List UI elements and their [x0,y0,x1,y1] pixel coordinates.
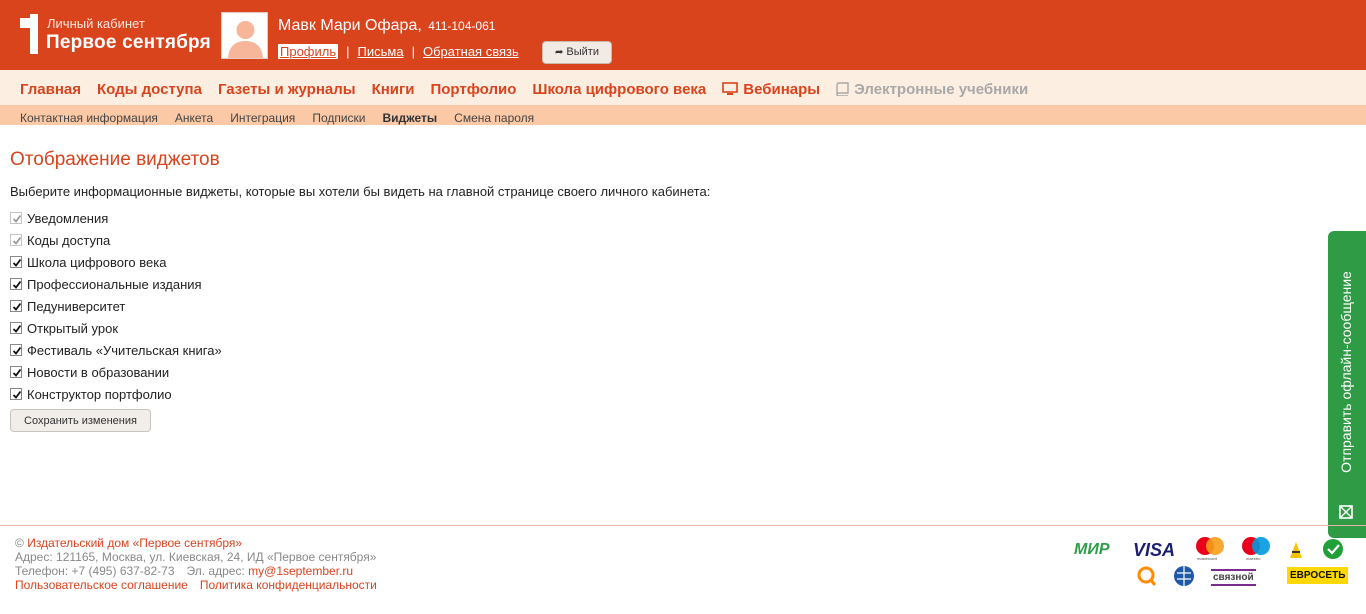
user-name: Мавк Мари Офара, [278,17,422,34]
main-nav-item-digital-school[interactable]: Школа цифрового века [532,81,706,98]
logout-icon: ➦ [555,47,564,58]
widget-checkbox[interactable] [10,278,22,290]
intro-text: Выберите информационные виджеты, которые… [10,184,711,199]
main-nav-item-ebooks[interactable]: Электронные учебники [836,81,1028,98]
book-icon [836,82,849,96]
svyaznoy-logo: связной [1211,569,1256,586]
widget-checkbox[interactable] [10,256,22,268]
offline-message-label[interactable]: Отправить офлайн-сообщение [1338,271,1354,473]
user-name-line: Мавк Мари Офара, 411-104-061 [278,17,495,35]
subnav-item-contacts[interactable]: Контактная информация [20,111,158,125]
widget-option-education-news[interactable]: Новости в образовании [10,361,222,383]
widget-list: Уведомления Коды доступа Школа цифрового… [10,207,222,405]
main-nav-item-home[interactable]: Главная [20,81,81,98]
copyright-sign: © [15,536,24,550]
widget-label[interactable]: Педуниверситет [27,299,125,314]
user-id: 411-104-061 [428,19,496,33]
subnav-item-password[interactable]: Смена пароля [454,111,534,125]
subnav-item-integration[interactable]: Интеграция [230,111,295,125]
webinars-label: Вебинары [743,81,821,98]
widget-option-access-codes: Коды доступа [10,229,222,251]
beeline-logo [1290,542,1302,558]
widget-label: Уведомления [27,210,109,226]
footer-divider [0,525,1366,526]
mastercard-label: mastercard [1197,556,1218,561]
footer-email-label: Эл. адрес: [186,564,245,578]
widget-option-digital-school[interactable]: Школа цифрового века [10,251,222,273]
header-bar: Личный кабинет Первое сентября Мавк Мари… [0,0,1366,70]
logout-button[interactable]: ➦ Выйти [542,41,612,64]
widget-label[interactable]: Профессиональные издания [27,277,202,292]
user-links: Профиль | Письма | Обратная связь [278,44,519,59]
widget-checkbox[interactable] [10,388,22,400]
sub-nav: Контактная информация Анкета Интеграция Под… [0,105,1366,125]
main-nav-item-portfolio[interactable]: Портфолио [430,81,516,98]
logo-title: Первое сентября [46,32,211,53]
subnav-item-subscriptions[interactable]: Подписки [312,111,365,125]
link-separator: | [411,44,415,59]
publisher-link[interactable]: Издательский дом «Первое сентября» [27,536,242,550]
main-nav-item-newspapers[interactable]: Газеты и журналы [218,81,356,98]
letters-link[interactable]: Письма [358,44,404,59]
avatar[interactable] [221,12,268,59]
widget-checkbox[interactable] [10,344,22,356]
user-silhouette-icon [228,21,263,58]
subnav-item-widgets[interactable]: Виджеты [383,111,438,125]
evroset-logo: ЕВРОСЕТЬ [1287,567,1349,584]
widget-option-ped-university[interactable]: Педуниверситет [10,295,222,317]
widget-option-open-lesson[interactable]: Открытый урок [10,317,222,339]
email-link[interactable]: my@1september.ru [248,564,353,578]
site-logo[interactable]: Личный кабинет Первое сентября [18,14,218,58]
link-separator: | [346,44,350,59]
ebooks-label: Электронные учебники [854,81,1029,98]
sberbank-logo [1323,539,1343,559]
mir-logo: МИР [1074,541,1110,558]
widget-label: Коды доступа [27,232,111,248]
qiwi-logo [1137,566,1157,586]
widget-label[interactable]: Фестиваль «Учительская книга» [27,343,222,358]
widget-checkbox[interactable] [10,322,22,334]
logo-one-icon [20,14,38,54]
visa-logo: VISA [1133,540,1176,560]
privacy-policy-link[interactable]: Политика конфиденциальности [200,578,377,592]
widget-label[interactable]: Открытый урок [27,321,118,336]
logout-label: Выйти [566,46,599,58]
footer-legal: Пользовательское соглашение Политика конф… [15,578,377,592]
widget-option-notifications: Уведомления [10,207,222,229]
feedback-link[interactable]: Обратная связь [423,44,519,59]
main-nav-item-books[interactable]: Книги [372,81,415,98]
footer-phone: Телефон: +7 (495) 637-82-73 [15,564,175,578]
main-nav-item-access-codes[interactable]: Коды доступа [97,81,202,98]
logo-subtitle: Личный кабинет [47,16,145,31]
widget-label[interactable]: Школа цифрового века [27,255,166,270]
subnav-item-survey[interactable]: Анкета [175,111,213,125]
widget-option-portfolio-builder[interactable]: Конструктор портфолио [10,383,222,405]
widget-option-book-festival[interactable]: Фестиваль «Учительская книга» [10,339,222,361]
widget-checkbox [10,212,22,224]
widget-label[interactable]: Конструктор портфолио [27,387,172,402]
widget-checkbox [10,234,22,246]
widget-checkbox[interactable] [10,366,22,378]
profile-link[interactable]: Профиль [278,44,339,59]
footer-address: Адрес: 121165, Москва, ул. Киевская, 24,… [15,550,377,564]
widget-label[interactable]: Новости в образовании [27,365,169,380]
main-nav: Главная Коды доступа Газеты и журналы Книги… [0,70,1366,105]
save-changes-button[interactable]: Сохранить изменения [10,409,151,432]
footer: © Издательский дом «Первое сентября» Адр… [15,536,377,592]
webmoney-logo [1174,566,1194,586]
main-nav-item-webinars[interactable]: Вебинары [722,81,820,98]
footer-copyright: © Издательский дом «Первое сентября» [15,536,377,550]
widget-checkbox[interactable] [10,300,22,312]
monitor-icon [722,82,739,95]
envelope-icon[interactable] [1339,505,1353,519]
maestro-label: maestro [1246,556,1261,561]
widget-option-pro-editions[interactable]: Профессиональные издания [10,273,222,295]
page-title: Отображение виджетов [10,149,220,170]
footer-contacts: Телефон: +7 (495) 637-82-73 Эл. адрес: my… [15,564,377,578]
user-agreement-link[interactable]: Пользовательское соглашение [15,578,188,592]
